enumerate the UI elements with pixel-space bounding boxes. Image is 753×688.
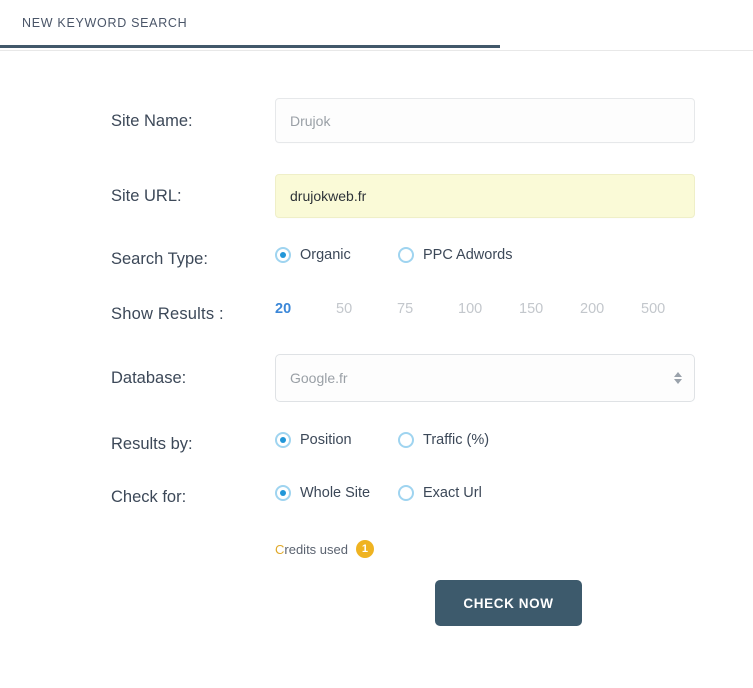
show-results-option-150[interactable]: 150: [519, 301, 580, 317]
results-by-label: Results by:: [111, 435, 193, 453]
site-url-input[interactable]: drujokweb.fr: [275, 174, 695, 218]
credits-used-row: Credits used 1: [0, 540, 753, 558]
check-for-control: Whole Site Exact Url: [275, 485, 753, 501]
search-type-radio-group: Organic PPC Adwords: [275, 247, 753, 263]
radio-option-position[interactable]: Position: [275, 432, 398, 448]
tab-new-keyword-search[interactable]: NEW KEYWORD SEARCH: [0, 0, 500, 48]
radio-icon-traffic[interactable]: [398, 432, 414, 448]
search-type-label: Search Type:: [111, 250, 208, 268]
radio-label-whole-site: Whole Site: [300, 485, 371, 501]
show-results-label: Show Results :: [111, 305, 224, 323]
credits-count-badge: 1: [355, 540, 374, 558]
database-selected-value: Google.fr: [290, 370, 348, 386]
database-select[interactable]: Google.fr: [275, 354, 695, 402]
site-url-label: Site URL:: [111, 187, 182, 205]
show-results-option-100[interactable]: 100: [458, 301, 519, 317]
tab-bar: NEW KEYWORD SEARCH: [0, 0, 753, 51]
select-updown-icon: [674, 372, 682, 384]
field-row-site-url: Site URL: drujokweb.fr: [0, 174, 753, 218]
check-now-button[interactable]: CHECK NOW: [435, 580, 582, 626]
radio-label-organic: Organic: [300, 247, 351, 263]
site-url-control: drujokweb.fr: [275, 174, 753, 218]
search-type-control: Organic PPC Adwords: [275, 247, 753, 263]
field-row-check-for: Check for: Whole Site Exact Url: [0, 485, 753, 508]
radio-icon-whole-site[interactable]: [275, 485, 291, 501]
show-results-option-500[interactable]: 500: [641, 301, 702, 317]
radio-option-exact-url[interactable]: Exact Url: [398, 485, 482, 501]
field-row-results-by: Results by: Position Traffic (%): [0, 432, 753, 455]
radio-icon-organic[interactable]: [275, 247, 291, 263]
credits-used-label: Credits used: [275, 542, 348, 557]
results-by-control: Position Traffic (%): [275, 432, 753, 448]
show-results-option-75[interactable]: 75: [397, 301, 458, 317]
show-results-options: 20 50 75 100 150 200 500: [275, 301, 753, 317]
radio-label-traffic: Traffic (%): [423, 432, 490, 448]
database-control: Google.fr: [275, 354, 753, 402]
site-name-control: Drujok: [275, 98, 753, 143]
radio-option-organic[interactable]: Organic: [275, 247, 398, 263]
radio-option-ppc-adwords[interactable]: PPC Adwords: [398, 247, 512, 263]
site-name-label: Site Name:: [111, 112, 193, 130]
site-name-input[interactable]: Drujok: [275, 98, 695, 143]
check-for-label: Check for:: [111, 488, 187, 506]
database-label: Database:: [111, 369, 187, 387]
submit-spacer: [111, 580, 435, 626]
radio-icon-position[interactable]: [275, 432, 291, 448]
radio-icon-exact-url[interactable]: [398, 485, 414, 501]
results-by-radio-group: Position Traffic (%): [275, 432, 753, 448]
radio-option-whole-site[interactable]: Whole Site: [275, 485, 398, 501]
show-results-option-50[interactable]: 50: [336, 301, 397, 317]
field-row-site-name: Site Name: Drujok: [0, 98, 753, 143]
site-name-placeholder: Drujok: [290, 112, 331, 129]
show-results-option-20[interactable]: 20: [275, 301, 336, 317]
submit-row: CHECK NOW: [0, 580, 753, 626]
keyword-search-form: Site Name: Drujok Site URL: drujokweb.fr…: [0, 51, 753, 626]
field-row-database: Database: Google.fr: [0, 354, 753, 402]
show-results-control: 20 50 75 100 150 200 500: [275, 301, 753, 317]
credits-first-letter: C: [275, 541, 285, 557]
field-row-show-results: Show Results : 20 50 75 100 150 200 500: [0, 301, 753, 325]
check-for-radio-group: Whole Site Exact Url: [275, 485, 753, 501]
tab-label: NEW KEYWORD SEARCH: [22, 15, 188, 30]
field-row-search-type: Search Type: Organic PPC Adwords: [0, 247, 753, 270]
radio-option-traffic[interactable]: Traffic (%): [398, 432, 489, 448]
site-url-value: drujokweb.fr: [290, 188, 367, 204]
radio-icon-ppc-adwords[interactable]: [398, 247, 414, 263]
show-results-option-200[interactable]: 200: [580, 301, 641, 317]
credits-rest-text: redits used: [284, 541, 348, 557]
radio-label-ppc-adwords: PPC Adwords: [423, 247, 513, 263]
radio-label-exact-url: Exact Url: [423, 485, 482, 501]
radio-label-position: Position: [300, 432, 352, 448]
